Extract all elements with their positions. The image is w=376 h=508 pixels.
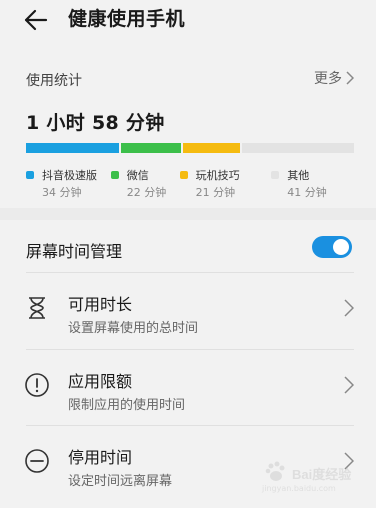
row-title: 可用时长 [68, 295, 133, 314]
chevron-right-icon [346, 71, 354, 85]
alert-circle-icon [25, 373, 49, 397]
paw-logo-icon [265, 461, 285, 481]
screen-time-toggle[interactable] [312, 236, 352, 258]
usage-bar-segment [242, 143, 354, 153]
legend-app-time: 21 分钟 [195, 186, 236, 199]
legend-dot [26, 171, 34, 179]
screen-time-toggle-row: 屏幕时间管理 [0, 220, 376, 272]
app-header: 健康使用手机 [0, 0, 376, 44]
legend-app-name: 微信 [126, 169, 149, 182]
usage-bar [26, 143, 354, 153]
toggle-knob [333, 239, 349, 255]
row-subtitle: 设置屏幕使用的总时间 [68, 321, 199, 336]
app-limit-row[interactable]: 应用限额 限制应用的使用时间 [0, 350, 376, 426]
legend-app-name: 其他 [287, 169, 310, 182]
available-duration-row[interactable]: 可用时长 设置屏幕使用的总时间 [0, 273, 376, 349]
legend-dot [110, 171, 119, 179]
row-subtitle: 设定时间远离屏幕 [68, 474, 173, 489]
row-title: 应用限额 [68, 372, 133, 391]
page-title: 健康使用手机 [68, 8, 186, 30]
watermark-url: jingyan.baidu.com [262, 484, 336, 493]
usage-bar-segment [120, 143, 181, 153]
more-label: 更多 [314, 71, 342, 87]
chevron-right-icon [344, 299, 354, 317]
legend-dot [179, 171, 188, 179]
row-subtitle: 限制应用的使用时间 [68, 398, 186, 413]
legend-app-time: 22 分钟 [126, 186, 167, 199]
legend-app-name: 抖音极速版 [42, 169, 97, 182]
section-divider [0, 208, 376, 220]
minus-circle-icon [25, 449, 49, 473]
back-arrow-icon[interactable] [22, 6, 52, 34]
usage-stats-label: 使用统计 [26, 73, 82, 89]
usage-bar-segment [26, 143, 119, 153]
usage-bar-segment [182, 143, 241, 153]
legend-dot [271, 171, 280, 179]
chevron-right-icon [344, 376, 354, 394]
screen-time-label: 屏幕时间管理 [26, 242, 123, 261]
total-usage-time: 1 小时 58 分钟 [26, 112, 165, 134]
watermark-text: Bai度经验 [292, 467, 352, 482]
legend-app-name: 玩机技巧 [195, 169, 240, 182]
usage-stats-card: 使用统计 更多 1 小时 58 分钟 抖音极速版 34 分钟 微信 22 分钟 … [0, 50, 376, 208]
legend-app-time: 34 分钟 [42, 186, 82, 199]
hourglass-icon [29, 297, 45, 319]
legend-app-time: 41 分钟 [287, 186, 327, 199]
more-link[interactable]: 更多 [314, 68, 354, 88]
row-title: 停用时间 [68, 448, 133, 467]
watermark: Bai度经验 jingyan.baidu.com [262, 458, 354, 498]
